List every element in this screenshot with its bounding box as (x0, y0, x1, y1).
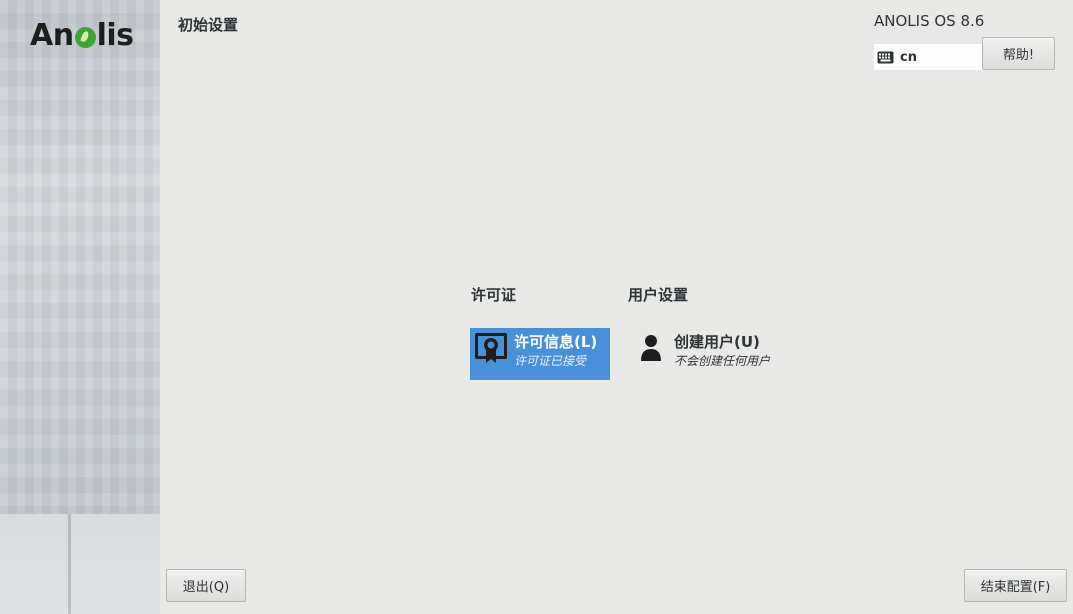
sidebar-backdrop (0, 514, 160, 614)
logo-text-prefix: An (30, 18, 74, 53)
spoke-license-status: 许可证已接受 (514, 354, 587, 368)
logo-leaf-icon (74, 27, 96, 48)
sidebar: An lis (0, 0, 160, 614)
keyboard-layout-label: cn (900, 49, 917, 65)
finish-configuration-button[interactable]: 结束配置(F) (964, 569, 1067, 602)
spoke-user-status: 不会创建任何用户 (674, 354, 771, 368)
spoke-license-text: 许可信息(L) 许可证已接受 (514, 331, 597, 369)
keyboard-icon (877, 51, 894, 63)
user-icon (641, 335, 661, 361)
product-name: ANOLIS OS 8.6 (874, 12, 985, 30)
spoke-license-title: 许可信息(L) (514, 333, 598, 351)
anolis-logo: An lis (30, 18, 134, 54)
category-title-user-settings: 用户设置 (628, 286, 689, 304)
keyboard-layout-indicator[interactable]: cn (874, 44, 982, 70)
sidebar-divider (68, 514, 71, 614)
logo-text-suffix: lis (96, 18, 134, 53)
spoke-user-text: 创建用户(U) 不会创建任何用户 (674, 331, 770, 369)
spoke-create-user[interactable]: 创建用户(U) 不会创建任何用户 (630, 328, 790, 380)
help-button[interactable]: 帮助! (982, 37, 1055, 70)
page-title: 初始设置 (178, 16, 239, 34)
category-title-license: 许可证 (471, 286, 517, 304)
quit-button[interactable]: 退出(Q) (166, 569, 246, 602)
spoke-license-information[interactable]: 许可信息(L) 许可证已接受 (470, 328, 610, 380)
spoke-user-title: 创建用户(U) (674, 333, 760, 351)
license-icon (475, 333, 507, 363)
